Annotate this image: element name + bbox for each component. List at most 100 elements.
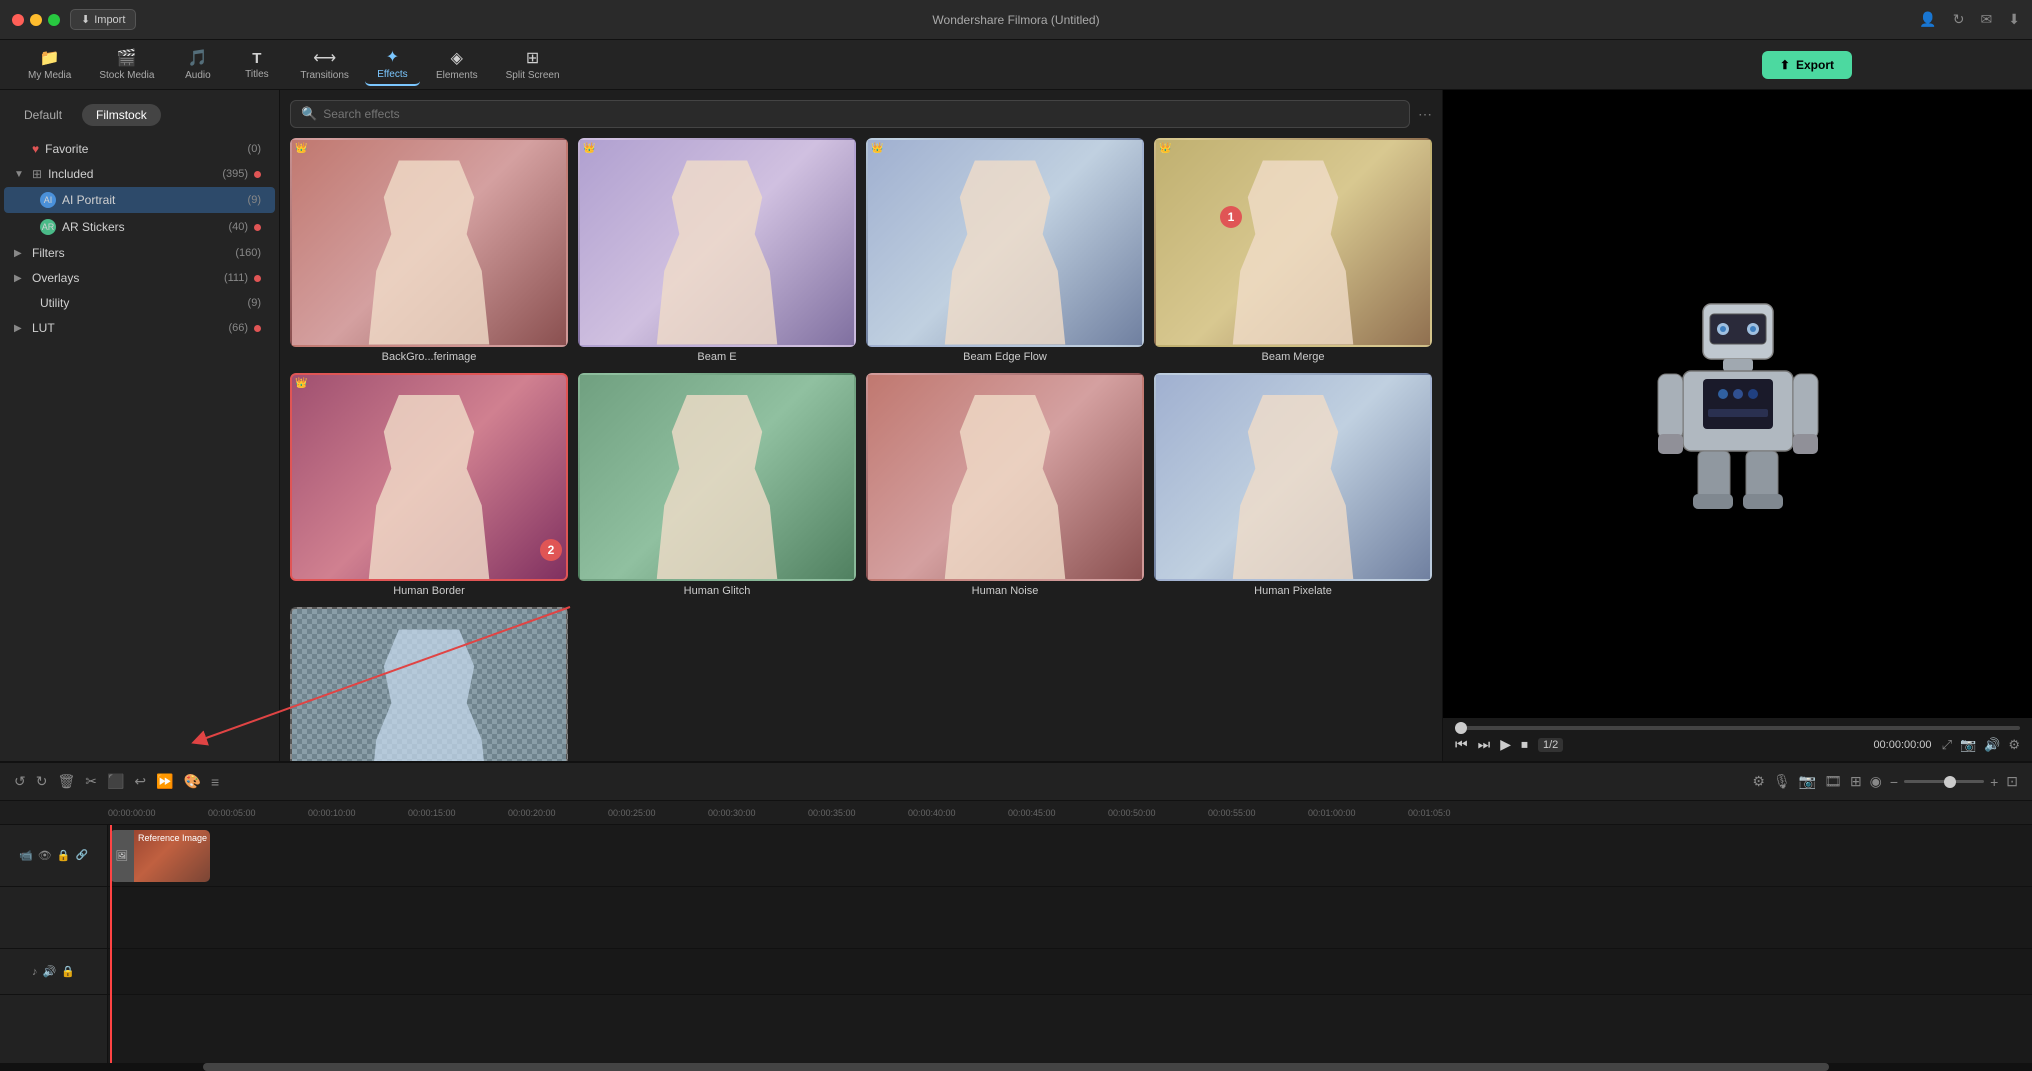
- cut-icon[interactable]: ✂: [85, 773, 97, 790]
- effect-thumb-beam-merge[interactable]: 👑: [1154, 138, 1432, 347]
- effects-icon: ✦: [386, 47, 399, 67]
- effect-thumb-beam-e[interactable]: 👑: [578, 138, 856, 347]
- effect-item-human-segmentation[interactable]: Human S...entation: [290, 607, 568, 761]
- lock-audio-icon[interactable]: 🔒: [61, 965, 75, 978]
- titlebar: ⬇ Import Wondershare Filmora (Untitled) …: [0, 0, 2032, 40]
- effect-item-human-border[interactable]: 👑 Human Border: [290, 373, 568, 598]
- effect-item-human-noise[interactable]: Human Noise: [866, 373, 1144, 598]
- export-button[interactable]: ⬆ Export: [1762, 51, 1852, 79]
- import-icon: ⬇: [81, 13, 90, 26]
- maximize-button[interactable]: [48, 14, 60, 26]
- effect-item-human-glitch[interactable]: Human Glitch: [578, 373, 856, 598]
- video-track-content[interactable]: 🖼 Reference Image 2: [108, 825, 2032, 887]
- toolbar-audio[interactable]: 🎵 Audio: [170, 44, 225, 85]
- effect-thumb-human-noise[interactable]: [866, 373, 1144, 582]
- toolbar-elements[interactable]: ◈ Elements: [424, 44, 490, 85]
- color-icon[interactable]: 🎨: [184, 773, 201, 790]
- effect-thumb-human-segmentation[interactable]: [290, 607, 568, 761]
- step-back-button[interactable]: ⏮: [1455, 736, 1468, 753]
- snapshot-icon[interactable]: 🎞: [1824, 773, 1842, 790]
- effect-thumb-human-glitch[interactable]: [578, 373, 856, 582]
- toolbar-effects[interactable]: ✦ Effects: [365, 43, 420, 86]
- mic-icon[interactable]: 🎙: [1773, 773, 1791, 790]
- adjust-icon[interactable]: ≡: [211, 774, 219, 790]
- timeline-scrollbar[interactable]: [0, 1063, 2032, 1071]
- sidebar-item-ar-stickers[interactable]: AR AR Stickers (40): [4, 214, 275, 240]
- split-screen-icon: ⊞: [526, 48, 539, 68]
- sidebar-item-included[interactable]: ▼ ⊞ Included (395): [4, 162, 275, 186]
- rotate-icon[interactable]: ↩: [134, 773, 146, 790]
- search-input[interactable]: [323, 107, 1399, 121]
- titles-icon: T: [252, 50, 261, 67]
- download-icon[interactable]: ⬇: [2008, 11, 2020, 28]
- toolbar-transitions[interactable]: ⟷ Transitions: [288, 44, 361, 85]
- effect-thumb-human-border[interactable]: 👑: [290, 373, 568, 582]
- fullscreen-icon[interactable]: ⤢: [1942, 737, 1952, 753]
- crop-icon[interactable]: ⬛: [107, 773, 124, 790]
- scrollbar-thumb[interactable]: [203, 1063, 1829, 1071]
- effect-thumb-beam-edge-flow[interactable]: 👑: [866, 138, 1144, 347]
- fit-icon[interactable]: ⊡: [2006, 773, 2018, 790]
- zoom-slider[interactable]: [1904, 780, 1984, 783]
- effect-item-beam-e[interactable]: 👑 Beam E: [578, 138, 856, 363]
- zoom-out-icon[interactable]: −: [1890, 774, 1898, 790]
- sidebar-item-ai-portrait[interactable]: AI AI Portrait (9): [4, 187, 275, 213]
- tab-filmstock[interactable]: Filmstock: [82, 104, 161, 126]
- tab-default[interactable]: Default: [10, 104, 76, 126]
- screenshot-icon[interactable]: 📷: [1960, 737, 1976, 753]
- timeline-tracks-container: 📹 👁 🔒 🔗 ♪ 🔊 🔒: [0, 825, 2032, 1063]
- sidebar-item-overlays[interactable]: ▶ Overlays (111): [4, 266, 275, 290]
- toolbar-my-media[interactable]: 📁 My Media: [16, 44, 83, 85]
- voiceover-icon[interactable]: ◉: [1870, 773, 1882, 790]
- mail-icon[interactable]: ✉: [1981, 11, 1993, 28]
- frame-back-button[interactable]: ⏭: [1478, 736, 1491, 753]
- crown-icon: 👑: [583, 143, 595, 154]
- redo-icon[interactable]: ↻: [36, 773, 48, 790]
- grid-view-icon[interactable]: ⋯: [1418, 106, 1432, 123]
- sidebar-item-lut[interactable]: ▶ LUT (66): [4, 316, 275, 340]
- close-button[interactable]: [12, 14, 24, 26]
- delete-icon[interactable]: 🗑: [57, 773, 75, 790]
- settings-icon[interactable]: ⚙: [2008, 737, 2020, 753]
- crown-icon: 👑: [295, 378, 307, 389]
- stop-button[interactable]: ⏹: [1521, 736, 1528, 753]
- eye-icon[interactable]: 👁: [38, 849, 52, 862]
- clip-label: Reference Image 2: [138, 833, 210, 843]
- speed-icon[interactable]: ⏩: [156, 773, 173, 790]
- scrubber-head[interactable]: [1455, 722, 1467, 734]
- toolbar-stock-media[interactable]: 🎬 Stock Media: [87, 44, 166, 85]
- sidebar-item-filters[interactable]: ▶ Filters (160): [4, 241, 275, 265]
- grid-timeline-icon[interactable]: ⊞: [1850, 773, 1862, 790]
- camera-icon[interactable]: 📷: [1799, 773, 1816, 790]
- effect-item-beam-edge-flow[interactable]: 👑 Beam Edge Flow: [866, 138, 1144, 363]
- effect-thumb-human-pixelate[interactable]: [1154, 373, 1432, 582]
- refresh-icon[interactable]: ↻: [1953, 11, 1965, 28]
- account-icon[interactable]: 👤: [1919, 11, 1936, 28]
- import-button[interactable]: ⬇ Import: [70, 9, 136, 30]
- lock-icon[interactable]: 🔒: [57, 849, 71, 862]
- audio-track-content[interactable]: [108, 949, 2032, 995]
- sidebar: Default Filmstock ♥ Favorite (0) ▼ ⊞ Inc…: [0, 90, 280, 761]
- effect-thumb-background-erimage[interactable]: 👑: [290, 138, 568, 347]
- sidebar-item-utility[interactable]: Utility (9): [4, 291, 275, 315]
- zoom-thumb[interactable]: [1944, 776, 1956, 788]
- ruler-mark-10: 00:00:50:00: [1108, 808, 1208, 818]
- effect-item-human-pixelate[interactable]: Human Pixelate: [1154, 373, 1432, 598]
- sidebar-item-favorite[interactable]: ♥ Favorite (0): [4, 137, 275, 161]
- toolbar-split-screen[interactable]: ⊞ Split Screen: [494, 44, 572, 85]
- volume-track-icon[interactable]: 🔊: [43, 965, 57, 978]
- play-button[interactable]: ▶: [1500, 736, 1511, 753]
- minimize-button[interactable]: [30, 14, 42, 26]
- reference-image-clip[interactable]: 🖼 Reference Image 2: [110, 830, 210, 882]
- effect-item-beam-merge[interactable]: 👑 Beam Merge: [1154, 138, 1432, 363]
- volume-icon[interactable]: 🔊: [1984, 737, 2000, 753]
- effect-item-background-erimage[interactable]: 👑 BackGro...ferimage: [290, 138, 568, 363]
- playhead[interactable]: [110, 825, 112, 1063]
- toolbar-titles[interactable]: T Titles: [229, 46, 284, 84]
- link-icon[interactable]: 🔗: [75, 850, 87, 861]
- undo-icon[interactable]: ↺: [14, 773, 26, 790]
- track-settings-icon[interactable]: ⚙: [1752, 773, 1765, 790]
- preview-scrubber[interactable]: [1455, 726, 2020, 730]
- zoom-in-icon[interactable]: +: [1990, 774, 1998, 790]
- playback-rate[interactable]: 1/2: [1538, 738, 1563, 752]
